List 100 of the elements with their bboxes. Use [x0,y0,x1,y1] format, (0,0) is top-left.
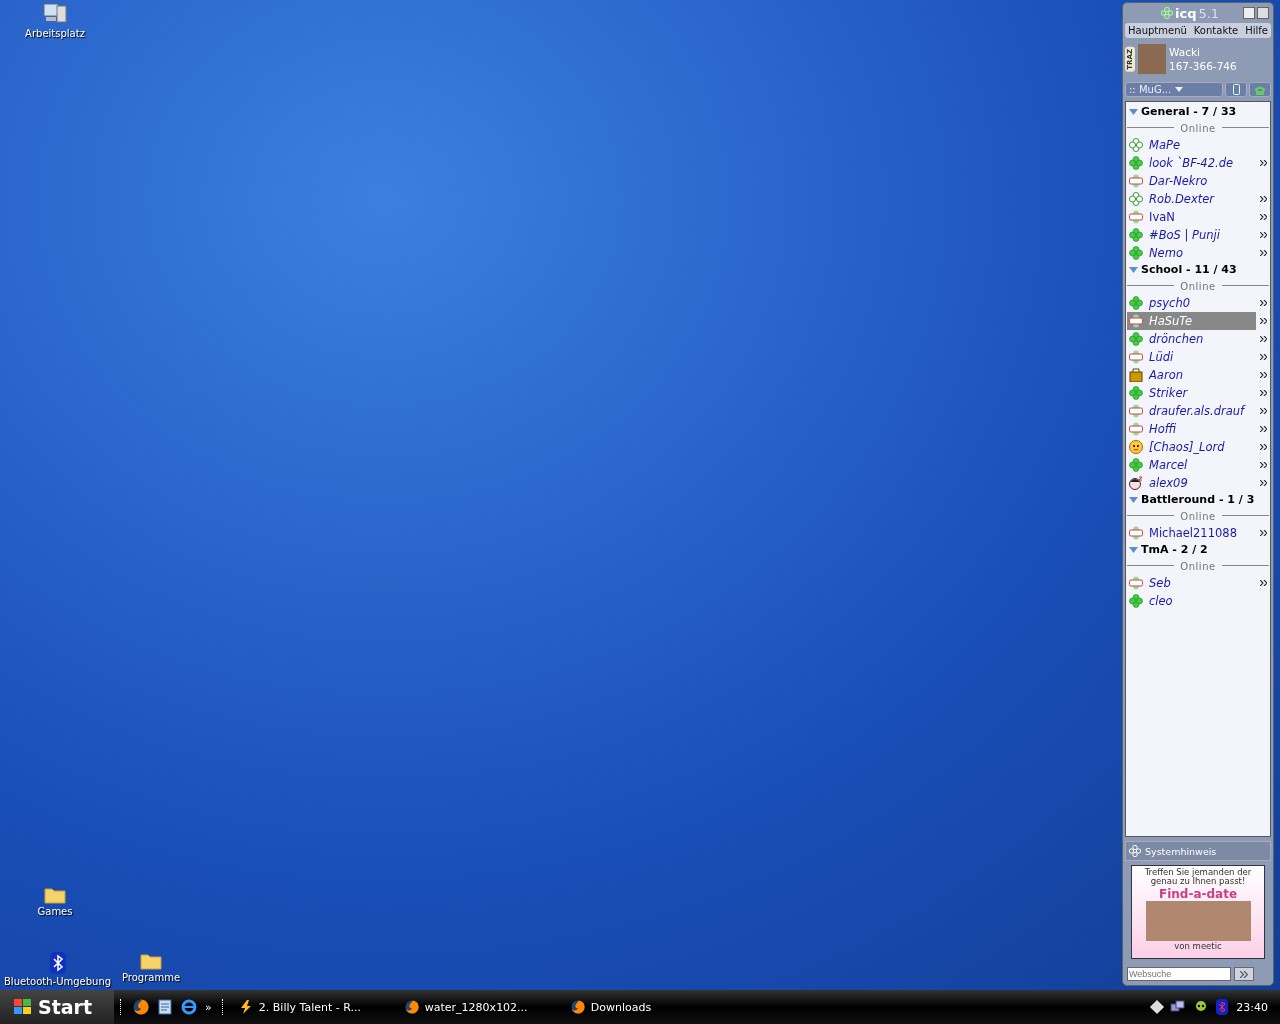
alien-icon[interactable] [1194,1000,1209,1014]
user-name: Wacki [1169,46,1201,58]
triangle-icon [1129,547,1138,553]
contact-item[interactable]: #BoS | Punji [1127,226,1256,244]
double-chevron-icon[interactable] [1260,444,1267,450]
double-chevron-icon[interactable] [1260,196,1267,202]
contact-item[interactable]: Michael211088 [1127,524,1256,542]
search-field[interactable]: Websuche [1127,967,1231,981]
contact-item[interactable]: Nemo [1127,244,1256,262]
contact-item[interactable]: Striker [1127,384,1256,402]
desktop-icon-label[interactable]: Programme [121,972,181,983]
sleepy-face-icon [1129,476,1143,490]
contact-item[interactable]: drönchen [1127,330,1256,348]
contact-item[interactable]: cleo [1127,592,1256,610]
contact-item[interactable]: Dar-Nekro [1127,172,1256,190]
na-status-icon [1129,210,1143,224]
network-icon[interactable] [1170,1000,1187,1014]
double-chevron-icon[interactable] [1260,480,1267,486]
folder-icon[interactable] [44,886,66,904]
contact-item[interactable]: IvaN [1127,208,1256,226]
double-chevron-icon[interactable] [1260,160,1267,166]
double-chevron-icon[interactable] [1260,250,1267,256]
contact-item[interactable]: psych0 [1127,294,1256,312]
browser-e-icon[interactable] [181,999,198,1015]
minimize-button[interactable] [1243,7,1255,19]
start-button[interactable]: Start [0,990,115,1024]
user-number: 167-366-746 [1169,60,1237,72]
contact-item[interactable]: Hoffi [1127,420,1256,438]
desktop-icon-label[interactable]: Bluetooth-Umgebung [4,976,112,987]
taskbar-button[interactable]: 2. Billy Talent - R... [228,1000,389,1014]
folder-icon[interactable] [140,952,162,970]
contact-item[interactable]: draufer.als.drauf [1127,402,1256,420]
double-chevron-icon [1240,970,1248,978]
mobile-phone-icon [1232,84,1240,95]
contact-item[interactable]: MaPe [1127,136,1256,154]
ad-banner[interactable]: Treffen Sie jemanden der genau zu Ihnen passt! Find-a-date von meetic [1131,865,1265,959]
contact-item[interactable]: HaSuTe [1127,312,1256,330]
document-icon[interactable] [157,999,174,1015]
status-dropdown[interactable]: :: MuG... [1125,82,1223,97]
flower-icon [1129,458,1143,472]
firefox-icon [570,1000,585,1014]
firefox-icon[interactable] [133,999,150,1015]
search-button[interactable] [1234,967,1254,981]
double-chevron-icon[interactable] [1260,530,1267,536]
section-label: Online [1174,560,1222,572]
contact-item[interactable]: Marcel [1127,456,1256,474]
double-chevron-icon[interactable] [1260,232,1267,238]
bluetooth-icon[interactable] [49,952,66,974]
double-chevron-icon[interactable] [1260,372,1267,378]
bluetooth-icon[interactable] [1216,999,1229,1015]
double-chevron-icon[interactable] [1260,390,1267,396]
contact-item[interactable]: Lüdi [1127,348,1256,366]
smiley-icon [1129,440,1143,454]
double-chevron-icon[interactable] [1260,300,1267,306]
menu-item[interactable]: Hauptmenü [1128,25,1187,36]
ad-footer: von meetic [1174,940,1222,951]
contact-item[interactable]: Aaron [1127,366,1256,384]
double-chevron-icon[interactable] [1260,580,1267,586]
double-chevron-icon[interactable] [1260,214,1267,220]
taskbar-button[interactable]: Downloads [560,1000,721,1014]
triangle-icon [1129,109,1138,115]
flower-icon [1129,296,1143,310]
contact-item[interactable]: [Chaos]_Lord [1127,438,1256,456]
double-chevron-icon[interactable] [1260,318,1267,324]
close-button[interactable] [1257,7,1269,19]
group-header[interactable]: General - 7 / 33 [1127,104,1269,120]
computer-icon[interactable] [41,2,69,26]
double-chevron-icon[interactable] [1260,354,1267,360]
flower-icon [1129,845,1141,857]
na-status-icon [1129,174,1143,188]
section-label: Online [1174,510,1222,522]
bag-icon [1129,368,1143,382]
contact-item[interactable]: Rob.Dexter [1127,190,1256,208]
desktop-icon-label[interactable]: Arbeitsplatz [25,28,85,39]
flower-icon [1129,386,1143,400]
group-header[interactable]: Battleround - 1 / 3 [1127,492,1269,508]
firefox-icon [404,1000,419,1014]
telephone-icon [1254,84,1266,95]
flower-icon [1129,156,1143,170]
taskbar-button[interactable]: water_1280x102... [394,1000,555,1014]
double-chevron-icon[interactable] [1260,408,1267,414]
double-chevron-icon[interactable] [1260,426,1267,432]
flower-outline-icon [1129,138,1143,152]
flower-icon [1129,594,1143,608]
double-chevron-icon[interactable] [1260,336,1267,342]
double-chevron-icon[interactable] [1260,462,1267,468]
menu-item[interactable]: Kontakte [1193,25,1239,36]
contact-item[interactable]: look `BF-42.de [1127,154,1256,172]
group-header[interactable]: School - 11 / 43 [1127,262,1269,278]
app-logo: icq 5.1 [1161,5,1220,21]
overflow-button[interactable]: » [205,1000,212,1014]
group-header[interactable]: TmA - 2 / 2 [1127,542,1269,558]
na-status-icon [1129,422,1143,436]
na-status-icon [1129,404,1143,418]
contact-item[interactable]: alex09 [1127,474,1256,492]
mobile-phone-button[interactable] [1225,82,1247,97]
menu-item[interactable]: Hilfe [1245,25,1268,36]
desktop-icon-label[interactable]: Games [37,906,73,917]
contact-item[interactable]: Seb [1127,574,1256,592]
flower-icon [1129,332,1143,346]
